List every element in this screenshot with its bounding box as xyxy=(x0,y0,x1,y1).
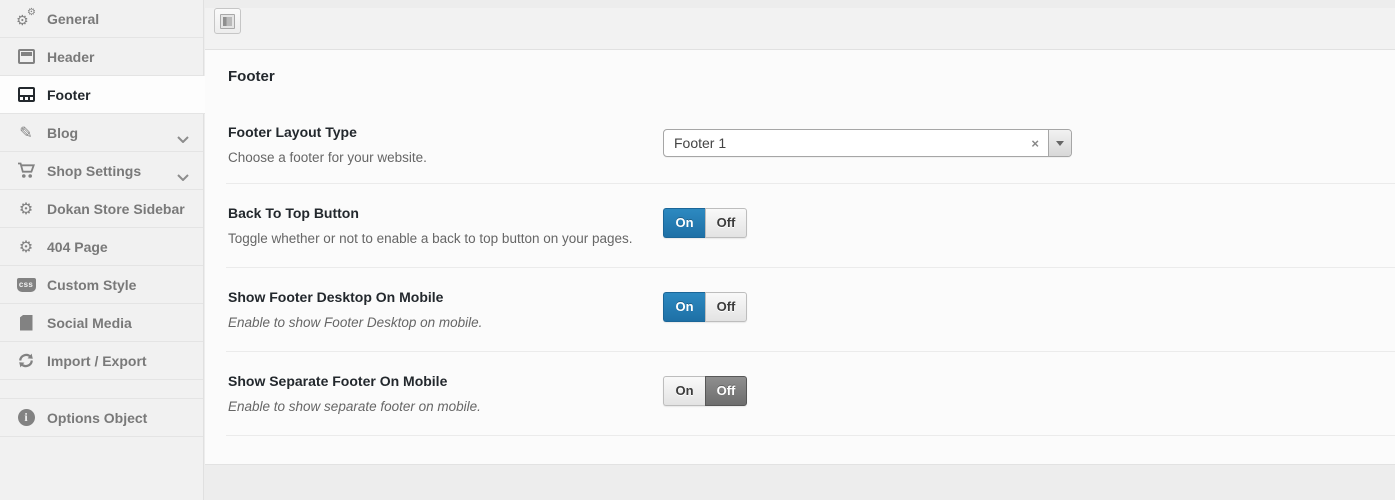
back-to-top-toggle: On Off xyxy=(663,208,747,238)
sidebar-item-custom-style[interactable]: css Custom Style xyxy=(0,266,203,304)
sidebar-item-label: Import / Export xyxy=(47,353,147,369)
cart-icon xyxy=(16,162,36,179)
gear-icon: ⚙ xyxy=(16,201,36,217)
topbar xyxy=(205,8,1395,50)
sidebar-item-label: Shop Settings xyxy=(47,163,141,179)
setting-row-footer-layout-type: Footer Layout Type Choose a footer for y… xyxy=(226,116,1395,184)
setting-row-show-footer-desktop-on-mobile: Show Footer Desktop On Mobile Enable to … xyxy=(226,268,1395,352)
toggle-on-button[interactable]: On xyxy=(663,292,705,322)
setting-label: Show Footer Desktop On Mobile xyxy=(228,289,1395,306)
info-icon: i xyxy=(16,409,36,426)
settings-panel: Footer Footer Layout Type Choose a foote… xyxy=(205,50,1395,465)
sidebar-item-shop-settings[interactable]: Shop Settings xyxy=(0,152,203,190)
refresh-icon xyxy=(16,352,36,369)
setting-row-back-to-top-button: Back To Top Button Toggle whether or not… xyxy=(226,184,1395,268)
toggle-off-button[interactable]: Off xyxy=(705,376,747,406)
sidebar-item-header[interactable]: Header xyxy=(0,38,203,76)
sidebar-toggle-icon xyxy=(220,14,235,29)
sidebar-item-dokan-store-sidebar[interactable]: ⚙ Dokan Store Sidebar xyxy=(0,190,203,228)
sidebar-item-label: 404 Page xyxy=(47,239,108,255)
page-title: Footer xyxy=(205,50,1395,116)
chevron-down-icon xyxy=(177,130,189,148)
header-layout-icon xyxy=(16,49,36,64)
css-badge-icon: css xyxy=(16,278,36,292)
footer-desktop-mobile-toggle: On Off xyxy=(663,292,747,322)
sidebar-item-label: Dokan Store Sidebar xyxy=(47,201,185,217)
footer-layout-icon xyxy=(16,87,36,102)
clear-icon[interactable]: × xyxy=(1022,136,1048,151)
setting-label: Show Separate Footer On Mobile xyxy=(228,373,1395,390)
sidebar-item-footer[interactable]: Footer xyxy=(0,76,205,114)
dropdown-arrow-icon[interactable] xyxy=(1048,130,1071,156)
gear-icon: ⚙ xyxy=(16,239,36,255)
theme-options-panel: ⚙⚙ General Header Footer ✎ Blog xyxy=(0,0,1395,500)
sidebar-item-label: Header xyxy=(47,49,94,65)
setting-description: Enable to show Footer Desktop on mobile. xyxy=(228,314,1395,331)
file-icon xyxy=(16,315,36,331)
sidebar-item-label: Blog xyxy=(47,125,78,141)
sidebar-item-label: General xyxy=(47,11,99,27)
sidebar-item-404-page[interactable]: ⚙ 404 Page xyxy=(0,228,203,266)
sidebar-spacer xyxy=(0,380,203,399)
setting-row-show-separate-footer-on-mobile: Show Separate Footer On Mobile Enable to… xyxy=(226,352,1395,436)
chevron-down-icon xyxy=(177,168,189,186)
sidebar-item-blog[interactable]: ✎ Blog xyxy=(0,114,203,152)
sidebar-item-import-export[interactable]: Import / Export xyxy=(0,342,203,380)
footer-layout-select[interactable]: Footer 1 × xyxy=(663,129,1072,157)
gears-icon: ⚙⚙ xyxy=(16,9,36,28)
toggle-off-button[interactable]: Off xyxy=(705,208,747,238)
select-value: Footer 1 xyxy=(664,135,1022,151)
sidebar-item-general[interactable]: ⚙⚙ General xyxy=(0,0,203,38)
sidebar-item-label: Options Object xyxy=(47,410,147,426)
setting-label: Back To Top Button xyxy=(228,205,1395,222)
toggle-on-button[interactable]: On xyxy=(663,376,705,406)
toggle-on-button[interactable]: On xyxy=(663,208,705,238)
toggle-off-button[interactable]: Off xyxy=(705,292,747,322)
sidebar-toggle-button[interactable] xyxy=(214,8,241,34)
separate-footer-mobile-toggle: On Off xyxy=(663,376,747,406)
main-panel: Footer Footer Layout Type Choose a foote… xyxy=(205,0,1395,500)
sidebar-item-label: Social Media xyxy=(47,315,132,331)
sidebar-item-label: Footer xyxy=(47,87,91,103)
setting-description: Enable to show separate footer on mobile… xyxy=(228,398,1395,415)
sidebar-item-label: Custom Style xyxy=(47,277,136,293)
settings-sidebar: ⚙⚙ General Header Footer ✎ Blog xyxy=(0,0,204,500)
pencil-icon: ✎ xyxy=(16,125,36,141)
sidebar-item-options-object[interactable]: i Options Object xyxy=(0,399,203,437)
sidebar-item-social-media[interactable]: Social Media xyxy=(0,304,203,342)
setting-description: Toggle whether or not to enable a back t… xyxy=(228,230,1395,247)
